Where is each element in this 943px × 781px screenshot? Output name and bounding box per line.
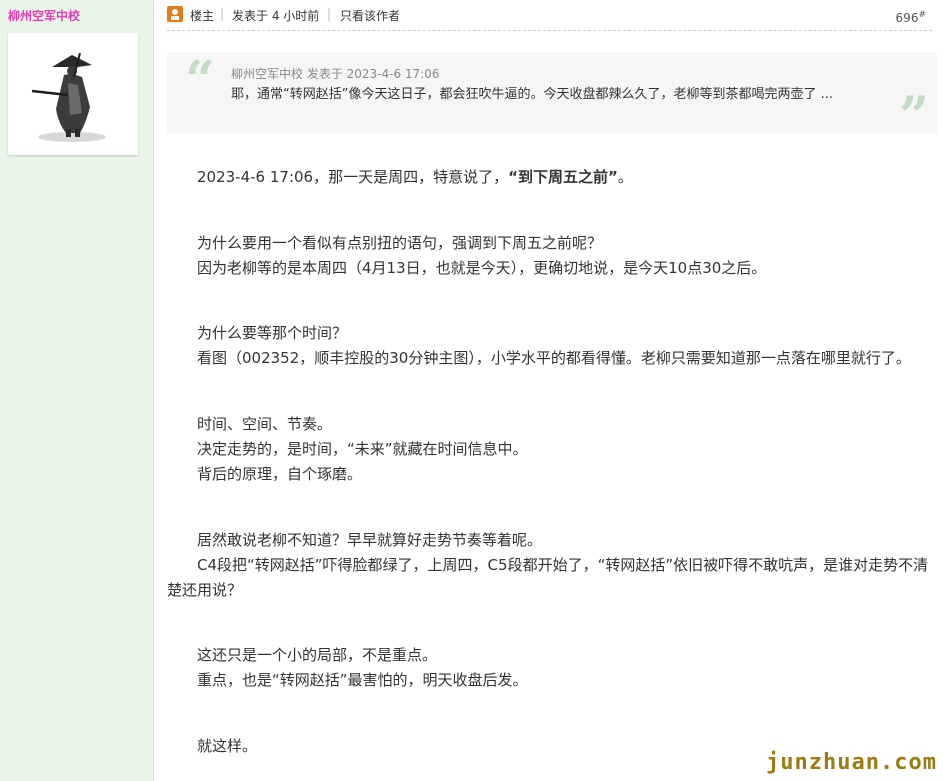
post-header: 楼主 | 发表于 4 小时前 | 只看该作者 696# xyxy=(167,0,932,31)
samurai-avatar-icon xyxy=(31,52,106,142)
post-main: 楼主 | 发表于 4 小时前 | 只看该作者 696# “ 柳州空军中校 发表于… xyxy=(167,0,937,781)
paragraph: 2023-4-6 17:06，那一天是周四，特意说了，“到下周五之前”。 xyxy=(167,165,937,190)
paragraph: 这还只是一个小的局部，不是重点。 xyxy=(197,646,438,664)
divider: | xyxy=(220,7,225,21)
paragraph: 重点，也是“转网赵括”最害怕的，明天收盘后发。 xyxy=(197,671,528,689)
floor-suffix: # xyxy=(918,10,926,20)
paragraph: 看图（002352，顺丰控股的30分钟主图），小学水平的都看得懂。老柳只需要知道… xyxy=(197,349,911,367)
divider: | xyxy=(327,7,332,21)
paragraph-text: 。 xyxy=(617,168,633,186)
author-username[interactable]: 柳州空军中校 xyxy=(8,7,80,24)
owner-label: 楼主 xyxy=(190,9,215,23)
quote-block: “ 柳州空军中校 发表于 2023-4-6 17:06 耶，通常“转网赵括”像今… xyxy=(167,50,937,147)
paragraph: 背后的原理，自个琢磨。 xyxy=(197,465,363,483)
author-sidebar: 柳州空军中校 xyxy=(0,0,154,781)
paragraph-text: 2023-4-6 17:06，那一天是周四，特意说了， xyxy=(197,168,509,186)
quote-close-icon: ” xyxy=(899,86,929,147)
paragraph: C4段把“转网赵括”吓得脸都绿了，上周四，C5段都开始了，“转网赵括”依旧被吓得… xyxy=(167,556,929,599)
floor-number: 696 xyxy=(895,11,919,25)
paragraph: 时间、空间、节奏。 xyxy=(197,415,333,433)
paragraph: 居然敢说老柳不知道？早早就算好走势节奏等着呢。 xyxy=(197,531,543,549)
post-time: 发表于 4 小时前 xyxy=(232,9,320,23)
quote-body: 耶，通常“转网赵括”像今天这日子，都会狂吹牛逼的。今天收盘都辣么久了，老柳等到茶… xyxy=(231,87,833,102)
quote-meta[interactable]: 柳州空军中校 发表于 2023-4-6 17:06 xyxy=(231,65,440,82)
paragraph: 决定走势的，是时间，“未来”就藏在时间信息中。 xyxy=(197,440,528,458)
floor-owner-icon xyxy=(167,6,183,22)
quote-open-icon: “ xyxy=(185,50,215,111)
floor-number-link[interactable]: 696# xyxy=(896,10,926,25)
post-content: 2023-4-6 17:06，那一天是周四，特意说了，“到下周五之前”。 为什么… xyxy=(167,165,937,759)
paragraph: 为什么要等那个时间？ xyxy=(197,324,348,342)
avatar[interactable] xyxy=(8,33,138,155)
bold-text: “到下周五之前” xyxy=(508,168,618,186)
paragraph: 为什么要用一个看似有点别扭的语句，强调到下周五之前呢？ xyxy=(197,234,603,252)
site-watermark: junzhuan.com xyxy=(766,750,937,775)
author-only-link[interactable]: 只看该作者 xyxy=(340,7,400,24)
paragraph: 因为老柳等的是本周四（4月13日，也就是今天），更确切地说，是今天10点30之后… xyxy=(197,259,767,277)
